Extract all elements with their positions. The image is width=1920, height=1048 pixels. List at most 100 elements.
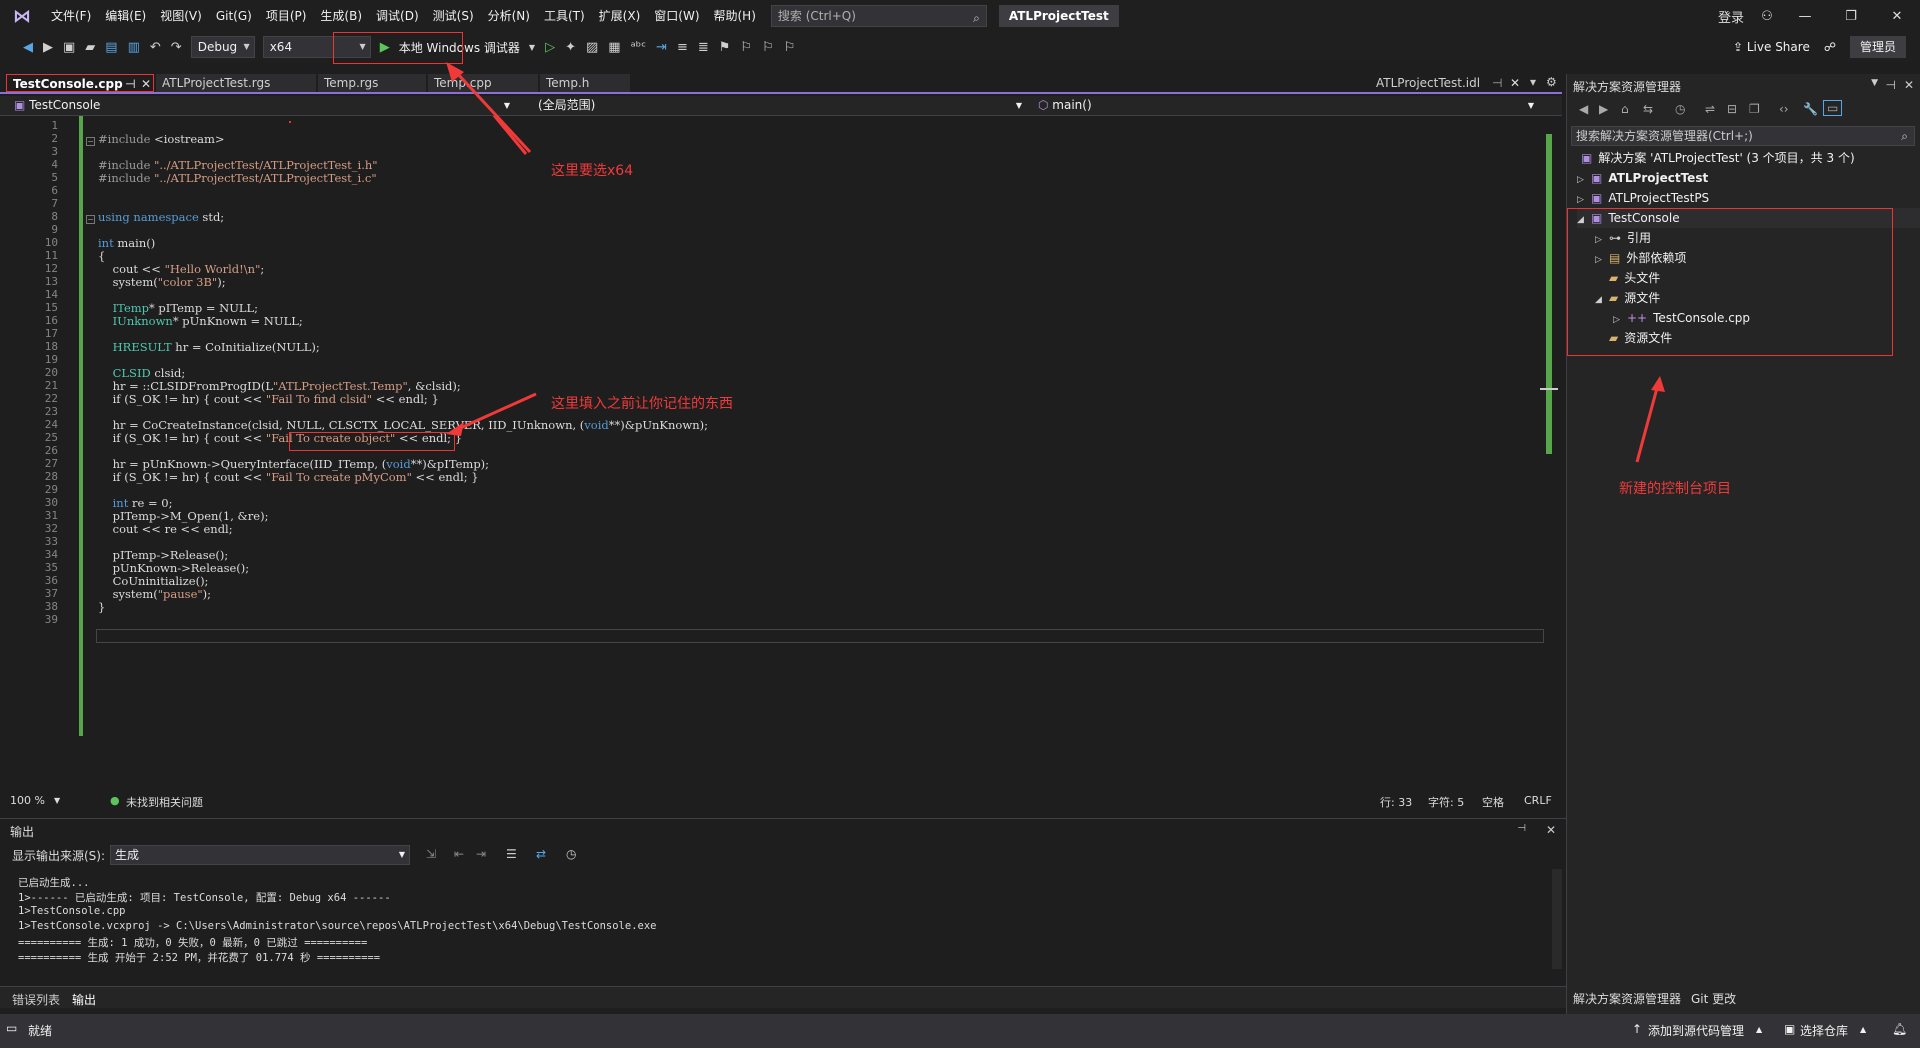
chevron-up-icon[interactable]: ▲ <box>1756 1025 1762 1034</box>
find-message-icon[interactable]: ⇲ <box>426 847 436 861</box>
tab-atlprojecttest-rgs[interactable]: ATLProjectTest.rgs <box>156 74 316 92</box>
show-all-files-icon[interactable]: ❐ <box>1749 102 1760 116</box>
open-folder-icon[interactable]: ▰ <box>85 40 95 55</box>
tree-project-atlprojecttest[interactable]: ▷ ▣ ATLProjectTest <box>1577 168 1708 188</box>
menu-git[interactable]: Git(G) <box>209 0 259 32</box>
chevron-up-icon[interactable]: ▲ <box>1860 1025 1866 1034</box>
tab-solution-explorer[interactable]: 解决方案资源管理器 <box>1573 990 1681 1007</box>
zoom-level[interactable]: 100 % <box>10 794 45 807</box>
close-icon[interactable]: ✕ <box>1904 78 1914 92</box>
menu-tools[interactable]: 工具(T) <box>537 0 592 32</box>
add-source-control[interactable]: 添加到源代码管理 <box>1648 1022 1744 1039</box>
output-source-dropdown[interactable]: 生成 ▼ <box>110 845 410 865</box>
solution-node[interactable]: ▣ 解决方案 'ATLProjectTest' (3 个项目，共 3 个) <box>1581 148 1855 168</box>
browse-icon[interactable]: ▨ <box>586 40 598 55</box>
chevron-down-icon[interactable]: ▼ <box>54 796 60 805</box>
spellcheck-icon[interactable]: ᵃᵇᶜ <box>631 40 646 55</box>
issues-status[interactable]: 未找到相关问题 <box>126 794 203 810</box>
select-repository[interactable]: 选择仓库 <box>1800 1022 1848 1039</box>
menu-window[interactable]: 窗口(W) <box>647 0 706 32</box>
menu-view[interactable]: 视图(V) <box>153 0 209 32</box>
close-icon[interactable]: ✕ <box>1510 74 1520 92</box>
pin-icon[interactable]: ⊣ <box>1492 74 1502 92</box>
chevron-down-icon[interactable]: ▼ <box>529 43 535 52</box>
save-icon[interactable]: ▤ <box>105 40 117 55</box>
tab-temp-rgs[interactable]: Temp.rgs <box>318 74 426 92</box>
visual-studio-logo-icon[interactable]: ⋈ <box>0 0 44 32</box>
login-link[interactable]: 登录 <box>1718 7 1744 26</box>
line-ending-indicator[interactable]: CRLF <box>1524 794 1552 807</box>
solution-search-input[interactable]: 搜索解决方案资源管理器(Ctrl+;) ⌕ <box>1571 126 1915 146</box>
word-wrap-icon[interactable]: ⇄ <box>536 847 546 861</box>
tree-project-atlprojecttestps[interactable]: ▷ ▣ ATLProjectTestPS <box>1577 188 1709 208</box>
pin-icon[interactable]: ⊣ <box>125 75 136 93</box>
redo-icon[interactable]: ↷ <box>171 40 182 55</box>
code-view-icon[interactable]: ‹› <box>1779 102 1789 116</box>
restore-button[interactable]: ❐ <box>1828 9 1874 24</box>
tab-git-changes[interactable]: Git 更改 <box>1691 990 1736 1007</box>
start-without-debug-icon[interactable]: ▷ <box>545 40 555 55</box>
chevron-down-icon[interactable]: ▼ <box>1871 78 1878 88</box>
prev-message-icon[interactable]: ⇤ <box>454 847 464 861</box>
tab-overflow-icon[interactable]: ▾ <box>1530 75 1536 89</box>
notification-bell-icon[interactable]: 🔔︎ <box>1892 1022 1907 1036</box>
bookmark-icon[interactable]: ⚑ <box>719 40 731 55</box>
code-editor[interactable]: 1 2 3 4 5 6 7 8 9 10 11 12 13 14 15 16 17 18 19 20 21 22 23 24 2… <box>6 116 1558 788</box>
minimize-button[interactable]: — <box>1782 9 1828 24</box>
menu-edit[interactable]: 编辑(E) <box>98 0 153 32</box>
preview-icon[interactable]: ▭ <box>1823 100 1843 116</box>
collapse-all-icon[interactable]: ⊟ <box>1727 102 1737 116</box>
menu-build[interactable]: 生成(B) <box>313 0 369 32</box>
next-message-icon[interactable]: ⇥ <box>476 847 486 861</box>
close-icon[interactable]: ✕ <box>1546 823 1556 837</box>
switch-view-icon[interactable]: ⇆ <box>1643 102 1653 116</box>
scope-dropdown[interactable]: (全局范围) ▼ <box>532 96 1028 115</box>
next-bookmark-icon[interactable]: ⚐ <box>762 40 774 55</box>
hot-reload-icon[interactable]: ✦ <box>565 40 576 55</box>
back-icon[interactable]: ◀ <box>23 40 33 55</box>
layout-icon[interactable]: ▦ <box>608 40 620 55</box>
menu-debug[interactable]: 调试(D) <box>369 0 426 32</box>
menu-analyze[interactable]: 分析(N) <box>481 0 537 32</box>
undo-icon[interactable]: ↶ <box>150 40 161 55</box>
member-dropdown[interactable]: ⬡ main() ▼ <box>1032 96 1540 115</box>
pin-icon[interactable]: ⊣ <box>1886 78 1896 92</box>
close-window-button[interactable]: ✕ <box>1874 9 1920 24</box>
save-all-icon[interactable]: ▥ <box>128 40 140 55</box>
menu-help[interactable]: 帮助(H) <box>707 0 763 32</box>
pin-icon[interactable]: ⊣ <box>1517 823 1526 834</box>
account-icon[interactable]: ⚇ <box>1752 9 1782 24</box>
tab-output[interactable]: 输出 <box>72 991 96 1008</box>
menu-test[interactable]: 测试(S) <box>426 0 481 32</box>
clock-icon[interactable]: ◷ <box>566 847 576 861</box>
forward-icon[interactable]: ▶ <box>1599 102 1608 116</box>
back-icon[interactable]: ◀ <box>1579 102 1588 116</box>
forward-icon[interactable]: ▶ <box>43 40 53 55</box>
output-scrollbar[interactable] <box>1552 869 1562 969</box>
tab-temp-h[interactable]: Temp.h <box>540 74 630 92</box>
history-icon[interactable]: ◷ <box>1675 102 1685 116</box>
new-item-icon[interactable]: ▣ <box>63 40 75 55</box>
tab-error-list[interactable]: 错误列表 <box>12 991 60 1008</box>
prev-bookmark-icon[interactable]: ⚐ <box>740 40 752 55</box>
menu-extensions[interactable]: 扩展(X) <box>592 0 648 32</box>
tab-testconsole-cpp[interactable]: TestConsole.cpp ⊣ ✕ <box>6 74 154 92</box>
menu-file[interactable]: 文件(F) <box>44 0 98 32</box>
feedback-icon[interactable]: ☍ <box>1824 40 1836 54</box>
uncomment-icon[interactable]: ≣ <box>698 40 709 55</box>
settings-icon[interactable]: ⚙ <box>1546 75 1557 89</box>
home-icon[interactable]: ⌂ <box>1621 102 1629 116</box>
close-icon[interactable]: ✕ <box>141 75 151 93</box>
menu-project[interactable]: 项目(P) <box>259 0 314 32</box>
comment-icon[interactable]: ≡ <box>677 40 688 55</box>
expand-icon[interactable]: ▷ <box>1577 190 1591 210</box>
whitespace-indicator[interactable]: 空格 <box>1482 794 1504 810</box>
clear-all-icon[interactable]: ☰ <box>506 847 517 861</box>
properties-icon[interactable]: 🔧 <box>1803 102 1818 116</box>
search-input[interactable]: 搜索 (Ctrl+Q) ⌕ <box>770 5 987 27</box>
live-share-button[interactable]: ⇪ Live Share <box>1733 40 1810 54</box>
step-icon[interactable]: ⇥ <box>656 40 667 55</box>
configuration-dropdown[interactable]: Debug ▼ <box>190 36 255 58</box>
sync-icon[interactable]: ⇌ <box>1705 102 1715 116</box>
tab-atlprojecttest-idl[interactable]: ATLProjectTest.idl ⊣ ✕ <box>1370 74 1530 92</box>
